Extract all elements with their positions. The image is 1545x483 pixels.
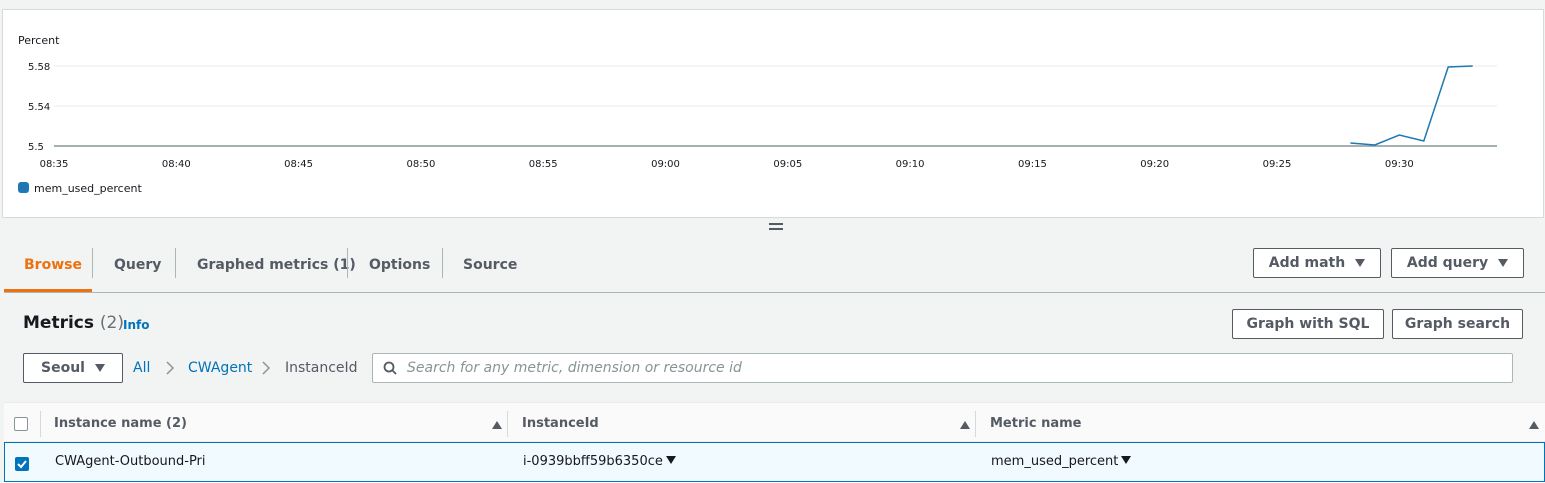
caret-down-icon [1498,259,1509,267]
column-header-instance-name[interactable]: Instance name (2) [54,416,187,431]
breadcrumb-dimension: InstanceId [285,360,358,376]
tab-browse[interactable]: Browse [24,247,82,283]
search-input[interactable] [407,359,1497,377]
search-icon [383,361,397,375]
y-tick-label: 5.58 [28,62,50,73]
add-math-button[interactable]: Add math [1253,248,1381,278]
metrics-heading: Metrics (2) [23,313,124,333]
cell-instance-name: CWAgent-Outbound-Pri [55,454,206,469]
x-tick-label: 08:35 [40,159,69,170]
column-divider [975,411,976,437]
breadcrumb-namespace[interactable]: CWAgent [188,360,252,376]
sort-ascending-icon[interactable] [1529,421,1539,429]
resize-handle[interactable] [769,223,783,231]
row-checkbox[interactable] [15,457,29,471]
tab-options[interactable]: Options [369,247,430,283]
metrics-table: Instance name (2) InstanceId Metric name… [4,402,1545,483]
breadcrumb-all[interactable]: All [133,360,150,376]
x-tick-label: 09:10 [896,159,925,170]
add-math-label: Add math [1268,255,1346,271]
column-divider [507,411,508,437]
x-tick-label: 08:50 [406,159,435,170]
y-axis-label: Percent [18,34,60,47]
y-tick-label: 5.54 [28,102,50,113]
filter-dropdown-icon[interactable] [1121,456,1132,464]
chevron-right-icon [262,361,270,375]
region-label: Seoul [41,360,85,376]
metrics-count: (2) [99,313,124,333]
cell-metric-name: mem_used_percent [991,454,1132,469]
sort-ascending-icon[interactable] [492,421,502,429]
checkmark-icon [17,460,27,469]
column-header-metric-name[interactable]: Metric name [990,416,1081,431]
tab-source[interactable]: Source [463,247,517,283]
line-chart: Percent 5.5 5.54 5.58 08:35 08:40 08:45 08:50 08… [18,34,1497,195]
region-selector[interactable]: Seoul [23,353,123,383]
x-tick-label: 09:30 [1385,159,1414,170]
caret-down-icon [1355,259,1366,267]
sort-ascending-icon[interactable] [960,421,970,429]
x-tick-label: 09:05 [773,159,802,170]
graph-search-label: Graph search [1404,316,1511,332]
legend-label: mem_used_percent [34,182,142,195]
x-tick-label: 08:40 [162,159,191,170]
tab-divider [347,248,348,278]
y-tick-label: 5.5 [28,142,44,153]
tab-divider [442,248,443,278]
active-tab-indicator [4,289,92,292]
caret-down-icon [94,364,105,372]
metric-search-box [372,353,1513,383]
select-all-checkbox[interactable] [14,417,28,431]
instance-id-value: i-0939bbff59b6350ce [523,454,663,469]
chevron-right-icon [166,361,174,375]
column-header-instance-id[interactable]: InstanceId [522,416,599,431]
tab-graphed-metrics[interactable]: Graphed metrics (1) [197,247,356,283]
add-query-label: Add query [1406,255,1489,271]
x-tick-label: 09:00 [651,159,680,170]
column-divider [40,411,41,437]
graph-with-sql-label: Graph with SQL [1246,316,1370,332]
tab-divider [92,248,93,278]
cell-instance-id: i-0939bbff59b6350ce [523,454,676,469]
tab-divider [175,248,176,278]
chart-panel: Percent 5.5 5.54 5.58 08:35 08:40 08:45 08:50 08… [2,9,1544,218]
info-link[interactable]: Info [123,318,149,332]
table-header: Instance name (2) InstanceId Metric name [4,402,1545,442]
x-tick-label: 09:20 [1140,159,1169,170]
metric-name-value: mem_used_percent [991,454,1119,469]
graph-search-button[interactable]: Graph search [1392,309,1523,339]
x-tick-label: 09:15 [1018,159,1047,170]
add-query-button[interactable]: Add query [1391,248,1524,278]
x-tick-label: 08:55 [529,159,558,170]
legend-swatch [18,182,29,193]
x-tick-label: 08:45 [284,159,313,170]
graph-with-sql-button[interactable]: Graph with SQL [1232,309,1384,339]
metrics-title: Metrics [23,313,94,333]
filter-dropdown-icon[interactable] [665,456,676,464]
table-row[interactable]: CWAgent-Outbound-Pri i-0939bbff59b6350ce… [4,442,1545,482]
tab-query[interactable]: Query [114,247,161,283]
x-tick-label: 09:25 [1263,159,1292,170]
